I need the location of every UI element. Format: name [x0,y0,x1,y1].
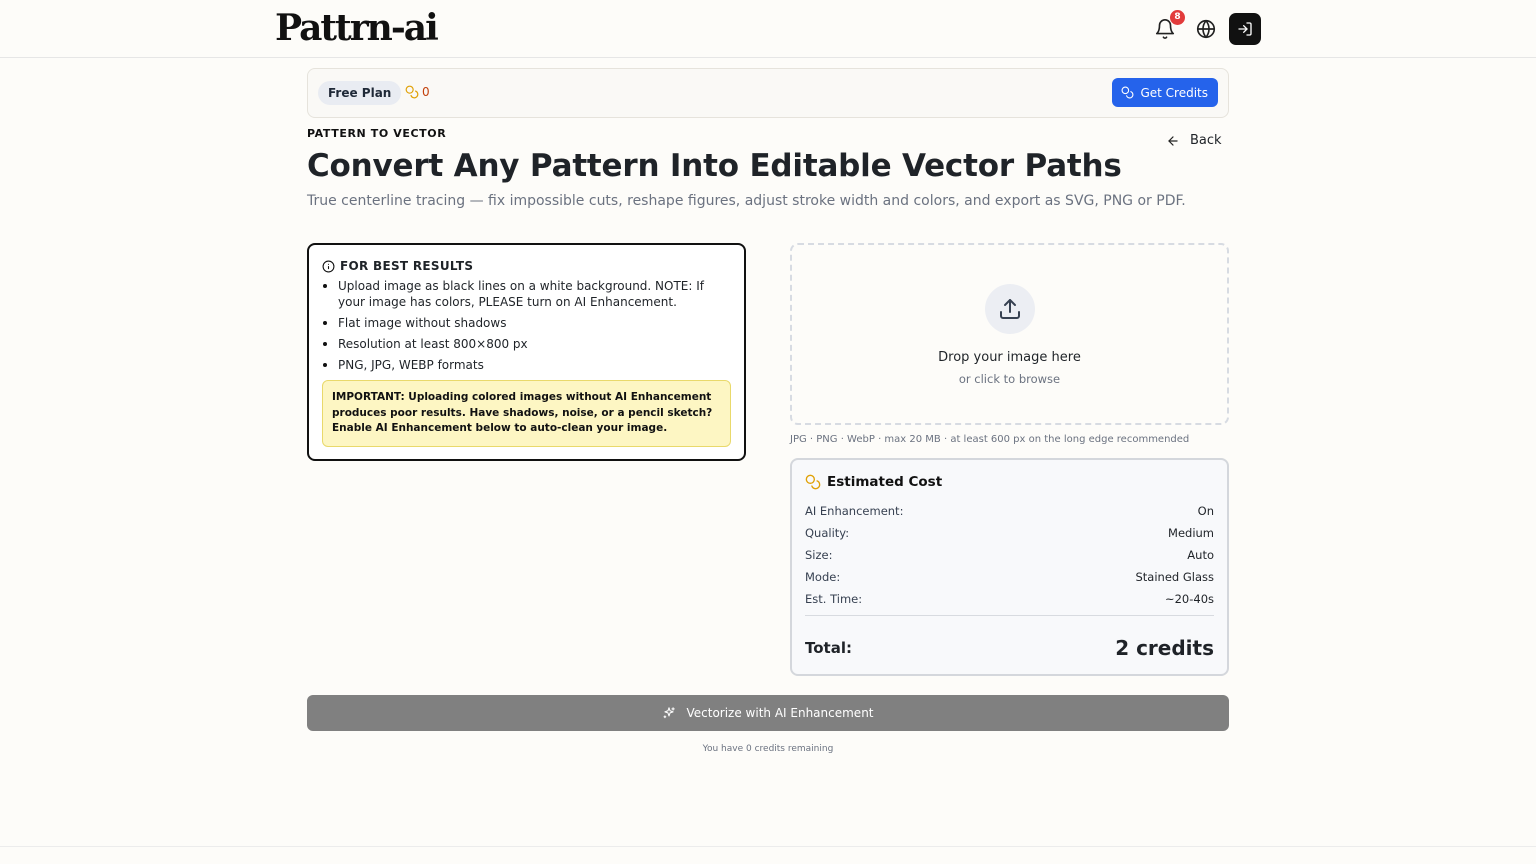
page-title: Convert Any Pattern Into Editable Vector… [307,148,1122,184]
cost-row-label: Quality: [805,526,850,540]
best-results-title: FOR BEST RESULTS [340,259,474,273]
cost-row-mode: Mode: Stained Glass [805,570,1214,584]
sparkles-icon [664,707,676,719]
credits-remaining-text: You have 0 credits remaining [702,744,834,754]
estimated-cost-heading: Estimated Cost [805,474,942,490]
vectorize-button[interactable]: Vectorize with AI Enhancement [307,695,1229,731]
tip-item: Upload image as black lines on a white b… [322,278,731,310]
cost-row-size: Size: Auto [805,548,1214,562]
plan-bar: Free Plan 0 Get Credits [307,68,1229,118]
image-dropzone[interactable]: Drop your image here or click to browse [790,243,1229,425]
get-credits-button[interactable]: Get Credits [1112,78,1218,107]
cost-row-quality: Quality: Medium [805,526,1214,540]
important-warning: IMPORTANT: Uploading colored images with… [322,380,731,447]
cost-row-ai-enhancement: AI Enhancement: On [805,504,1214,518]
info-icon [322,260,335,272]
vectorize-button-label: Vectorize with AI Enhancement [686,706,874,720]
login-icon [1238,22,1252,36]
plan-badge: Free Plan [318,81,402,105]
footer-divider [0,846,1536,847]
cost-row-label: Size: [805,548,833,562]
dropzone-subtitle: or click to browse [958,372,1061,386]
page-eyebrow: PATTERN TO VECTOR [307,127,447,140]
get-credits-label: Get Credits [1140,85,1208,100]
credit-balance: 0 [405,85,430,99]
cost-row-value: ~20-40s [1164,592,1214,606]
coins-icon [405,85,419,99]
cost-row-label: Est. Time: [805,592,863,606]
best-results-heading: FOR BEST RESULTS [322,259,731,273]
login-button[interactable] [1229,13,1261,45]
arrow-left-icon [1168,135,1178,146]
upload-format-hint: JPG · PNG · WebP · max 20 MB · at least … [790,434,1190,445]
tips-list: Upload image as black lines on a white b… [322,278,731,373]
globe-icon[interactable] [1195,18,1217,40]
estimated-cost-title: Estimated Cost [827,474,943,490]
tip-item: Flat image without shadows [322,315,731,331]
notification-count-badge: 8 [1170,10,1185,25]
logo[interactable]: Pattrn-ai [275,6,439,50]
cost-row-label: AI Enhancement: [805,504,904,518]
estimated-cost-card: Estimated Cost AI Enhancement: On Qualit… [790,458,1229,676]
cost-total-label: Total: [805,639,852,657]
upload-icon-wrapper [985,284,1035,334]
coins-icon [1121,86,1134,99]
cost-row-value: Auto [1187,548,1214,562]
tip-item: PNG, JPG, WEBP formats [322,357,731,373]
upload-icon [1000,299,1020,319]
cost-row-value: On [1197,504,1214,518]
cost-row-label: Mode: [805,570,841,584]
top-navigation-bar: Pattrn-ai 8 [0,0,1536,58]
dropzone-title: Drop your image here [938,350,1081,365]
best-results-card: FOR BEST RESULTS Upload image as black l… [307,243,746,461]
coins-icon [805,474,821,490]
back-label: Back [1190,133,1222,148]
credit-count: 0 [422,85,430,99]
cost-divider [805,615,1214,616]
cost-total-value: 2 credits [1115,636,1214,660]
page-subtitle: True centerline tracing — fix impossible… [307,193,1186,209]
cost-row-est-time: Est. Time: ~20-40s [805,592,1214,606]
cost-total: Total: 2 credits [805,636,1214,660]
cost-row-value: Stained Glass [1135,570,1214,584]
back-button[interactable]: Back [1166,133,1222,148]
cost-row-value: Medium [1168,526,1214,540]
tip-item: Resolution at least 800×800 px [322,336,731,352]
